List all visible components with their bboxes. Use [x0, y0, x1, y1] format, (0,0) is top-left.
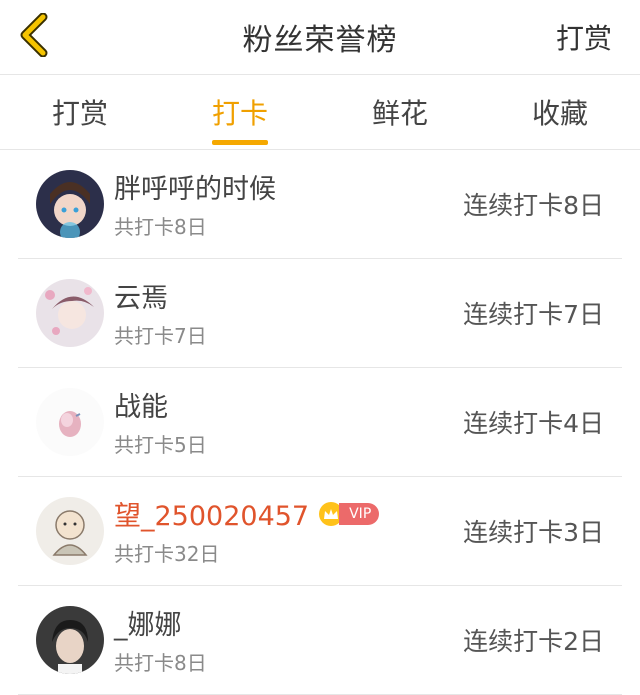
avatar[interactable]	[36, 170, 104, 238]
total-checkins: 共打卡5日	[114, 432, 207, 457]
reward-button[interactable]: 打赏	[556, 0, 612, 74]
list-item[interactable]: _娜娜 共打卡8日 连续打卡2日	[18, 586, 622, 695]
avatar[interactable]	[36, 279, 104, 347]
page-title: 粉丝荣誉榜	[242, 23, 398, 58]
streak-count: 连续打卡4日	[463, 409, 604, 438]
fan-name: 胖呼呼的时候	[114, 174, 276, 205]
avatar[interactable]	[36, 606, 104, 674]
list-item[interactable]: 望_250020457 VIP 共打卡32日 连续打卡3日	[18, 477, 622, 586]
total-checkins: 共打卡8日	[114, 650, 207, 675]
tab-reward[interactable]: 打赏	[0, 75, 160, 149]
list-item[interactable]: 云焉 共打卡7日 连续打卡7日	[18, 259, 622, 368]
list-item[interactable]: 战能 共打卡5日 连续打卡4日	[18, 368, 622, 477]
fan-name: 战能	[114, 392, 168, 423]
fan-name: 望_250020457	[114, 501, 310, 532]
vip-badge: VIP	[319, 501, 380, 526]
total-checkins: 共打卡8日	[114, 214, 207, 239]
tab-flowers[interactable]: 鲜花	[320, 75, 480, 149]
streak-count: 连续打卡3日	[463, 518, 604, 547]
total-checkins: 共打卡32日	[114, 541, 220, 566]
streak-count: 连续打卡8日	[463, 191, 604, 220]
fan-name: _娜娜	[114, 610, 182, 641]
tab-bar: 打赏 打卡 鲜花 收藏	[0, 75, 640, 150]
total-checkins: 共打卡7日	[114, 323, 207, 348]
chevron-left-icon	[20, 13, 48, 57]
streak-count: 连续打卡7日	[463, 300, 604, 329]
fan-list: 胖呼呼的时候 共打卡8日 连续打卡8日 云焉 共打卡7日 连续打卡7日 战能 共…	[0, 150, 640, 695]
top-bar: 粉丝荣誉榜 打赏	[0, 0, 640, 75]
vip-label: VIP	[339, 502, 380, 525]
tab-checkin[interactable]: 打卡	[160, 75, 320, 149]
back-button[interactable]	[14, 12, 54, 58]
fan-name: 云焉	[114, 283, 168, 314]
tab-favorites[interactable]: 收藏	[480, 75, 640, 149]
list-item[interactable]: 胖呼呼的时候 共打卡8日 连续打卡8日	[18, 150, 622, 259]
streak-count: 连续打卡2日	[463, 627, 604, 656]
avatar[interactable]	[36, 497, 104, 565]
avatar[interactable]	[36, 388, 104, 456]
